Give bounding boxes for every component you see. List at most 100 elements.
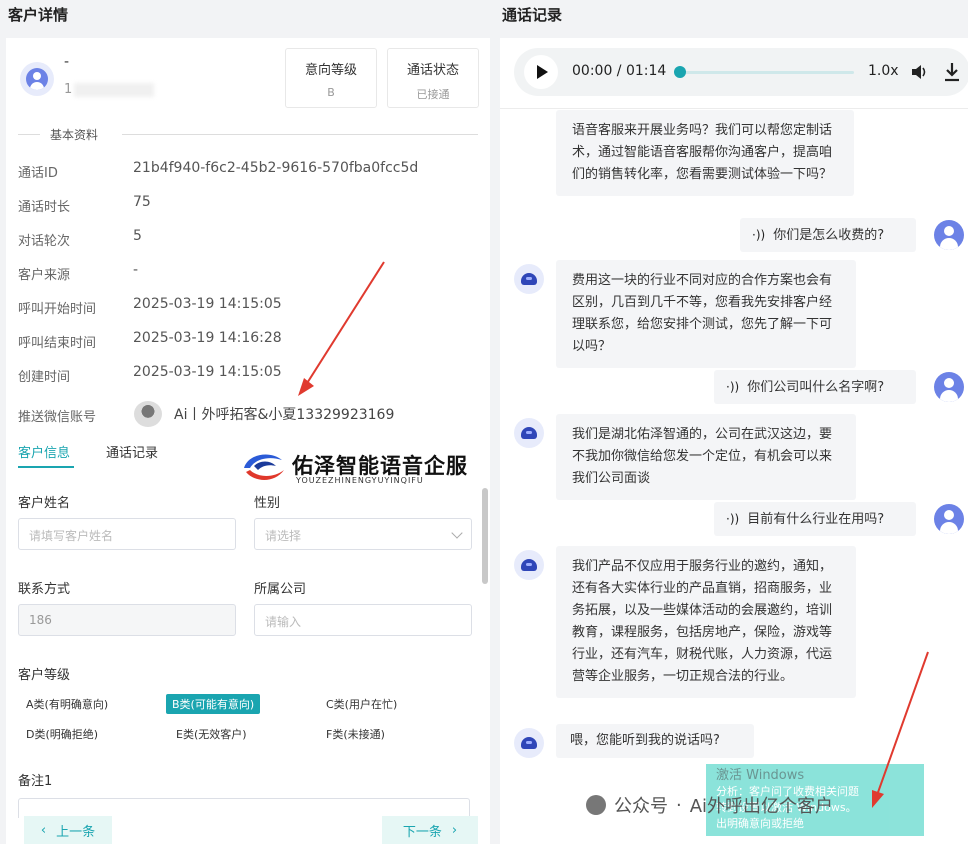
bot-message: 我们产品不仅应用于服务行业的邀约，通知，还有各大实体行业的产品直销，招商服务，业… (556, 546, 856, 698)
next-button-label: 下一条 (402, 824, 442, 840)
active-tab-indicator (18, 466, 74, 468)
intent-level-value: B (327, 86, 335, 99)
brand-swirl-icon (244, 454, 284, 480)
volume-icon[interactable] (910, 62, 930, 82)
info-key: 创建时间 (18, 370, 71, 385)
info-key: 呼叫结束时间 (18, 336, 97, 351)
customer-phone: 1 (64, 82, 155, 97)
next-button[interactable]: 下一条 › (382, 816, 478, 844)
user-message-text: 你们是怎么收费的? (773, 228, 885, 243)
prev-button-label: 上一条 (56, 824, 96, 840)
level-option-a[interactable]: A类(有明确意向) (20, 694, 114, 714)
basic-info-title: 基本资料 (50, 128, 99, 142)
customer-name-label: 客户姓名 (18, 496, 71, 511)
bot-message: 喂，您能听到我的说话吗? (556, 724, 754, 758)
popup-title: 激活 Windows (716, 768, 805, 783)
info-value: 2025-03-19 14:15:05 (133, 364, 282, 380)
tab-customer-info[interactable]: 客户信息 (18, 442, 70, 461)
bot-avatar (514, 728, 544, 758)
company-input[interactable]: 请输入 (254, 604, 472, 636)
info-value: 2025-03-19 14:16:28 (133, 330, 282, 346)
watermark-name: Ai外呼出亿个客户 (689, 796, 834, 817)
customer-avatar (20, 62, 54, 96)
call-record-panel: 00:00 / 01:14 1.0x 语音客服来开展业务吗？我们可以帮您定制话术… (500, 38, 968, 844)
info-key: 通话ID (18, 166, 58, 181)
bot-message: 费用这一块的行业不同对应的合作方案也会有区别，几百到几千不等，您看我先安排客户经… (556, 260, 856, 368)
bot-icon (521, 737, 537, 749)
bot-avatar (514, 418, 544, 448)
bot-avatar (514, 264, 544, 294)
download-icon[interactable] (942, 61, 962, 83)
player-divider (500, 108, 968, 109)
chevron-down-icon (451, 527, 463, 539)
info-key: 客户来源 (18, 268, 71, 283)
user-message-text: 你们公司叫什么名字啊? (747, 380, 885, 395)
prev-button[interactable]: ‹ 上一条 (24, 816, 112, 844)
contact-input[interactable]: 186 (18, 604, 236, 636)
info-value: 75 (133, 194, 151, 210)
user-message: ·)) 你们公司叫什么名字啊? (714, 370, 916, 404)
info-value: 5 (133, 228, 142, 244)
call-status-value: 已接通 (416, 88, 450, 101)
playback-speed[interactable]: 1.0x (868, 63, 899, 79)
wechat-icon (586, 795, 606, 815)
gender-placeholder: 请选择 (265, 529, 302, 543)
level-option-b[interactable]: B类(可能有意向) (166, 694, 261, 714)
customer-name-input[interactable]: 请填写客户姓名 (18, 518, 236, 550)
wechat-account: Ai丨外呼拓客&小夏13329923169 (174, 407, 395, 423)
level-option-c[interactable]: C类(用户在忙) (320, 694, 403, 714)
play-button[interactable] (524, 55, 558, 89)
chevron-right-icon: › (451, 822, 458, 838)
customer-name: - (64, 54, 70, 70)
info-key: 通话时长 (18, 200, 71, 215)
customer-detail-panel: - 1 意向等级 B 通话状态 已接通 基本资料 通话ID 21b4f940-f… (6, 38, 490, 844)
bot-icon (521, 273, 537, 285)
bot-icon (521, 559, 537, 571)
bot-message: 语音客服来开展业务吗？我们可以帮您定制话术，通过智能语音客服帮你沟通客户，提高咱… (556, 110, 854, 196)
info-value: 2025-03-19 14:15:05 (133, 296, 282, 312)
watermark-prefix: 公众号 (614, 796, 668, 817)
user-avatar (934, 220, 964, 250)
user-icon (26, 68, 48, 90)
contact-label: 联系方式 (18, 582, 71, 597)
voice-icon: ·)) (752, 228, 766, 242)
brand-pinyin: YOUZEZHINENGYUYINQIFU (296, 476, 424, 485)
call-record-title: 通话记录 (502, 6, 563, 24)
user-message-text: 目前有什么行业在用吗? (747, 512, 885, 527)
level-option-d[interactable]: D类(明确拒绝) (20, 724, 104, 744)
company-label: 所属公司 (254, 582, 307, 597)
user-message: ·)) 你们是怎么收费的? (740, 218, 916, 252)
remark-textarea[interactable] (18, 798, 470, 818)
gender-label: 性别 (254, 496, 281, 511)
chevron-left-icon: ‹ (40, 822, 47, 838)
user-avatar (934, 372, 964, 402)
wechat-avatar (134, 401, 162, 427)
bot-icon (521, 427, 537, 439)
customer-phone-prefix: 1 (64, 82, 73, 97)
user-message: ·)) 目前有什么行业在用吗? (714, 502, 916, 536)
form-scrollbar[interactable] (482, 488, 488, 584)
tab-call-record[interactable]: 通话记录 (106, 442, 158, 461)
play-icon (537, 65, 548, 79)
customer-level-label: 客户等级 (18, 668, 71, 683)
audio-player: 00:00 / 01:14 1.0x (514, 48, 968, 96)
intent-level-label: 意向等级 (304, 63, 357, 78)
player-time: 00:00 / 01:14 (572, 63, 667, 79)
customer-detail-title: 客户详情 (8, 6, 69, 24)
progress-handle[interactable] (674, 66, 686, 78)
bot-avatar (514, 550, 544, 580)
voice-icon: ·)) (726, 380, 740, 394)
info-key: 对话轮次 (18, 234, 71, 249)
gender-select[interactable]: 请选择 (254, 518, 472, 550)
level-option-f[interactable]: F类(未接通) (320, 724, 391, 744)
user-avatar (934, 504, 964, 534)
info-key: 呼叫开始时间 (18, 302, 97, 317)
wechat-watermark: 公众号 · Ai外呼出亿个客户 (586, 790, 833, 820)
bot-message: 我们是湖北佑泽智通的，公司在武汉这边，要不我加你微信给您发一个定位，有机会可以来… (556, 414, 856, 500)
info-value: 21b4f940-f6c2-45b2-9616-570fba0fcc5d (133, 160, 419, 176)
progress-track[interactable] (678, 71, 854, 74)
level-option-e[interactable]: E类(无效客户) (170, 724, 253, 744)
call-status-card: 通话状态 已接通 (387, 48, 479, 108)
info-key: 推送微信账号 (18, 410, 97, 425)
phone-blur-mask (74, 82, 155, 97)
